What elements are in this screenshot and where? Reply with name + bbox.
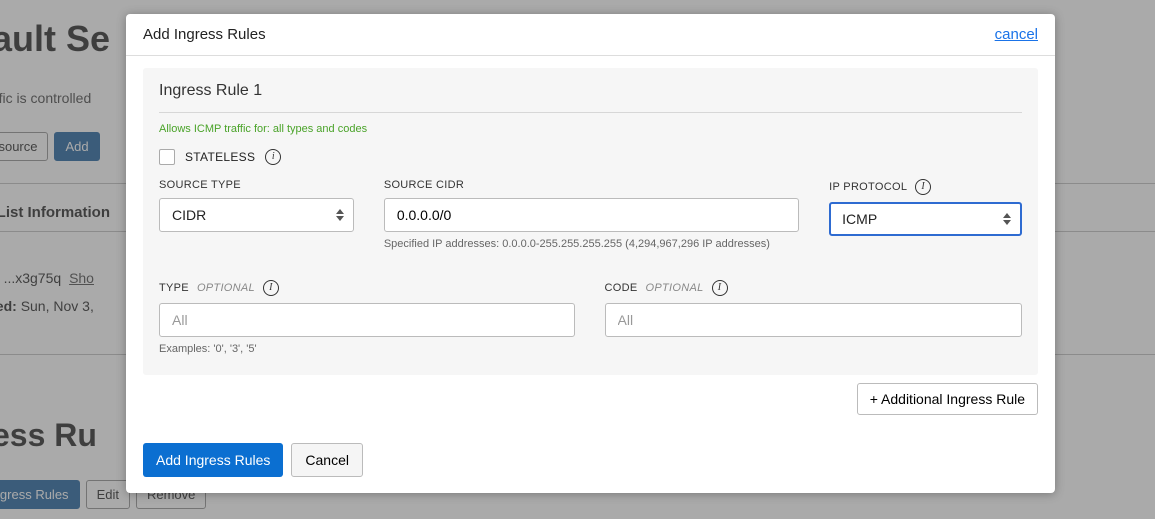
code-field: CODE OPTIONAL i <box>605 280 1022 355</box>
type-label: TYPE OPTIONAL i <box>159 280 575 296</box>
info-icon[interactable]: i <box>712 280 728 296</box>
rule-title: Ingress Rule 1 <box>159 82 1022 113</box>
add-ingress-rules-dialog: Add Ingress Rules cancel Ingress Rule 1 … <box>126 14 1055 493</box>
add-ingress-rules-submit-button[interactable]: Add Ingress Rules <box>143 443 283 477</box>
cancel-button[interactable]: Cancel <box>291 443 363 477</box>
additional-ingress-rule-button[interactable]: + Additional Ingress Rule <box>857 383 1038 415</box>
code-input[interactable] <box>605 303 1022 337</box>
source-cidr-helper: Specified IP addresses: 0.0.0.0-255.255.… <box>384 238 799 250</box>
type-input-el[interactable] <box>172 312 562 328</box>
source-type-label-text: SOURCE TYPE <box>159 179 241 191</box>
ingress-rule-card: Ingress Rule 1 Allows ICMP traffic for: … <box>143 68 1038 375</box>
type-helper: Examples: '0', '3', '5' <box>159 343 575 355</box>
source-type-select[interactable]: CIDR <box>159 198 354 232</box>
source-cidr-field: SOURCE CIDR Specified IP addresses: 0.0.… <box>384 179 799 250</box>
type-input[interactable] <box>159 303 575 337</box>
select-caret-icon <box>1002 204 1012 234</box>
source-type-value: CIDR <box>172 207 206 223</box>
info-icon[interactable]: i <box>263 280 279 296</box>
allows-description: Allows ICMP traffic for: all types and c… <box>159 123 1022 135</box>
ip-protocol-label-text: IP PROTOCOL <box>829 181 907 193</box>
source-cidr-label-text: SOURCE CIDR <box>384 179 464 191</box>
select-caret-icon <box>335 199 345 231</box>
type-optional: OPTIONAL <box>197 282 255 294</box>
field-row-2: TYPE OPTIONAL i Examples: '0', '3', '5' … <box>159 280 1022 355</box>
dialog-body: Ingress Rule 1 Allows ICMP traffic for: … <box>126 56 1055 429</box>
source-type-field: SOURCE TYPE CIDR <box>159 179 354 250</box>
dialog-header: Add Ingress Rules cancel <box>126 14 1055 56</box>
dialog-title: Add Ingress Rules <box>143 26 266 43</box>
code-input-el[interactable] <box>618 312 1009 328</box>
field-row-1: SOURCE TYPE CIDR SOURCE CIDR <box>159 179 1022 250</box>
additional-rule-row: + Additional Ingress Rule <box>143 375 1038 415</box>
stateless-checkbox[interactable] <box>159 149 175 165</box>
source-cidr-input-el[interactable] <box>397 207 786 223</box>
info-icon[interactable]: i <box>915 179 931 195</box>
info-icon[interactable]: i <box>265 149 281 165</box>
type-field: TYPE OPTIONAL i Examples: '0', '3', '5' <box>159 280 575 355</box>
type-label-text: TYPE <box>159 282 189 294</box>
ip-protocol-field: IP PROTOCOL i ICMP <box>829 179 1022 250</box>
dialog-footer: Add Ingress Rules Cancel <box>126 429 1055 493</box>
source-cidr-label: SOURCE CIDR <box>384 179 799 191</box>
code-label: CODE OPTIONAL i <box>605 280 1022 296</box>
ip-protocol-select[interactable]: ICMP <box>829 202 1022 236</box>
ip-protocol-label: IP PROTOCOL i <box>829 179 1022 195</box>
code-label-text: CODE <box>605 282 638 294</box>
stateless-label: STATELESS <box>185 150 255 164</box>
source-type-label: SOURCE TYPE <box>159 179 354 191</box>
code-optional: OPTIONAL <box>646 282 704 294</box>
dialog-cancel-link[interactable]: cancel <box>995 26 1038 43</box>
source-cidr-input[interactable] <box>384 198 799 232</box>
stateless-row: STATELESS i <box>159 149 1022 165</box>
ip-protocol-value: ICMP <box>842 211 877 227</box>
